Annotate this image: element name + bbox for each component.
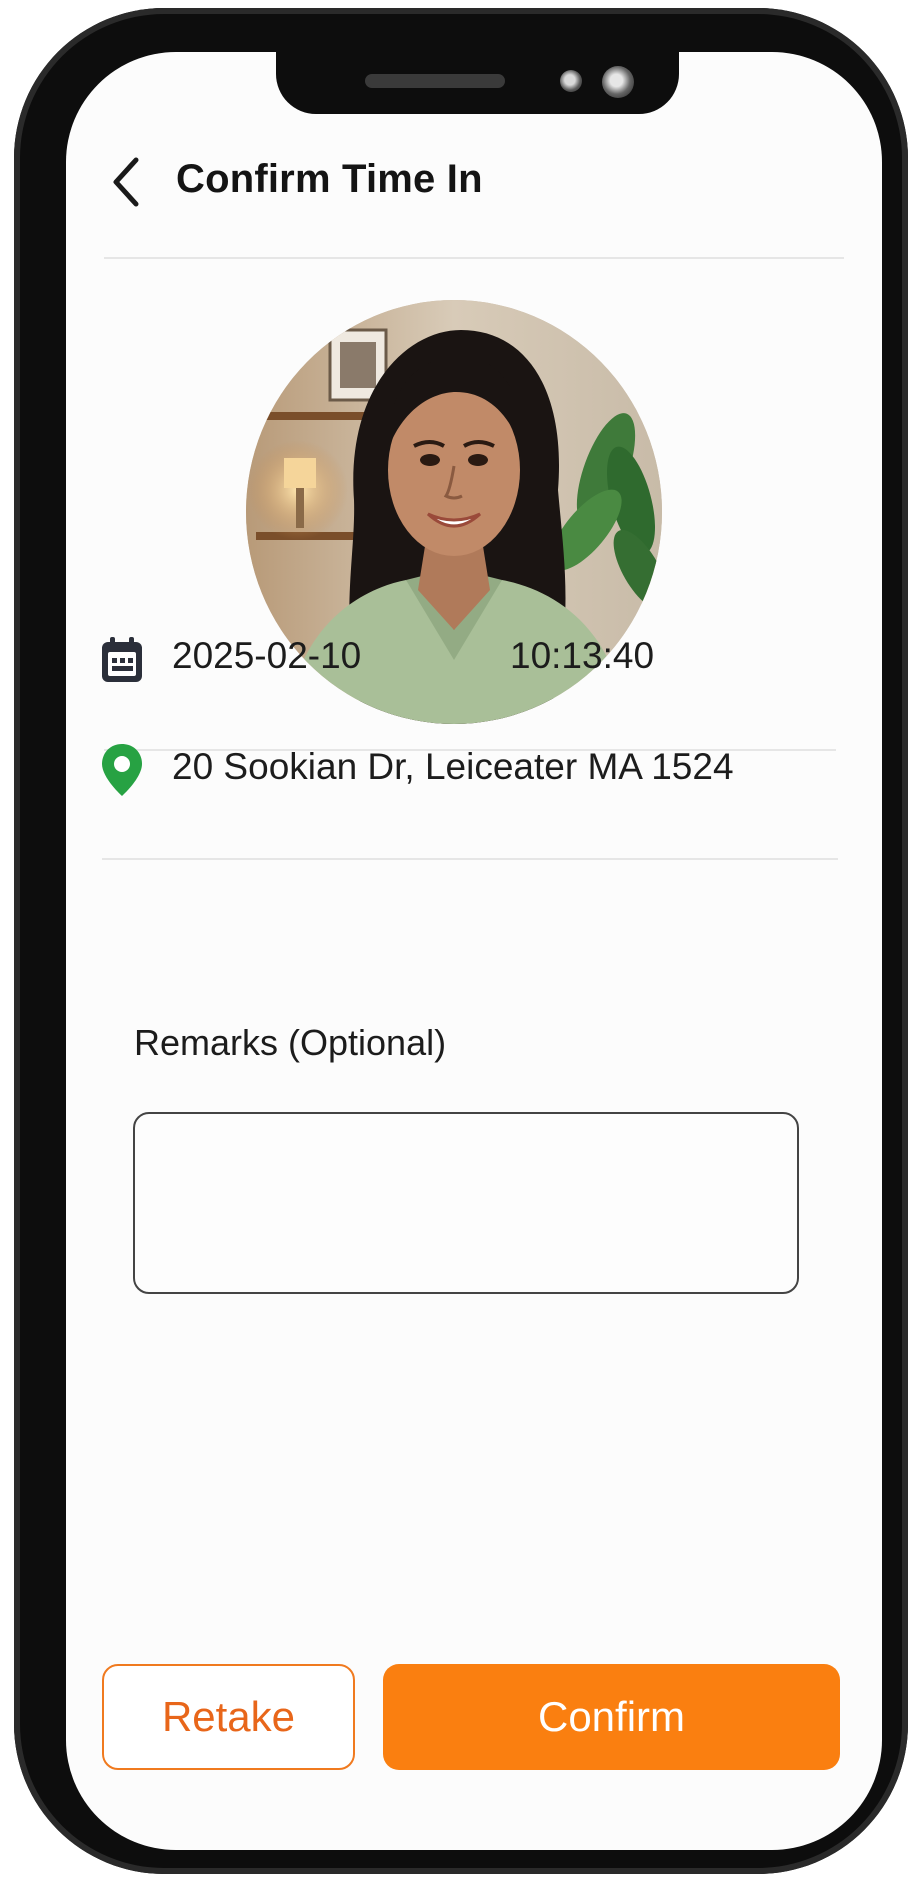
calendar-icon xyxy=(100,636,144,684)
sensor-icon xyxy=(560,70,582,92)
phone-frame: Confirm Time In 2025-02-10 10:13:40 20 S… xyxy=(14,8,908,1874)
phone-notch xyxy=(276,52,679,114)
remarks-input[interactable] xyxy=(133,1112,799,1294)
map-pin-icon xyxy=(100,742,144,798)
app-screen: Confirm Time In 2025-02-10 10:13:40 20 S… xyxy=(66,52,882,1850)
location-address: 20 Sookian Dr, Leiceater MA 1524 xyxy=(172,746,734,787)
page-title: Confirm Time In xyxy=(176,157,483,201)
chevron-left-icon xyxy=(113,157,139,207)
capture-date: 2025-02-10 xyxy=(172,635,362,676)
capture-time: 10:13:40 xyxy=(510,635,655,676)
confirm-button[interactable]: Confirm xyxy=(383,1664,840,1770)
retake-button[interactable]: Retake xyxy=(102,1664,355,1770)
back-button[interactable] xyxy=(96,152,156,212)
location-divider xyxy=(102,858,838,860)
header-divider xyxy=(104,257,844,259)
speaker-grille xyxy=(365,74,505,88)
camera-lens-icon xyxy=(602,66,634,98)
remarks-label: Remarks (Optional) xyxy=(134,1022,447,1063)
